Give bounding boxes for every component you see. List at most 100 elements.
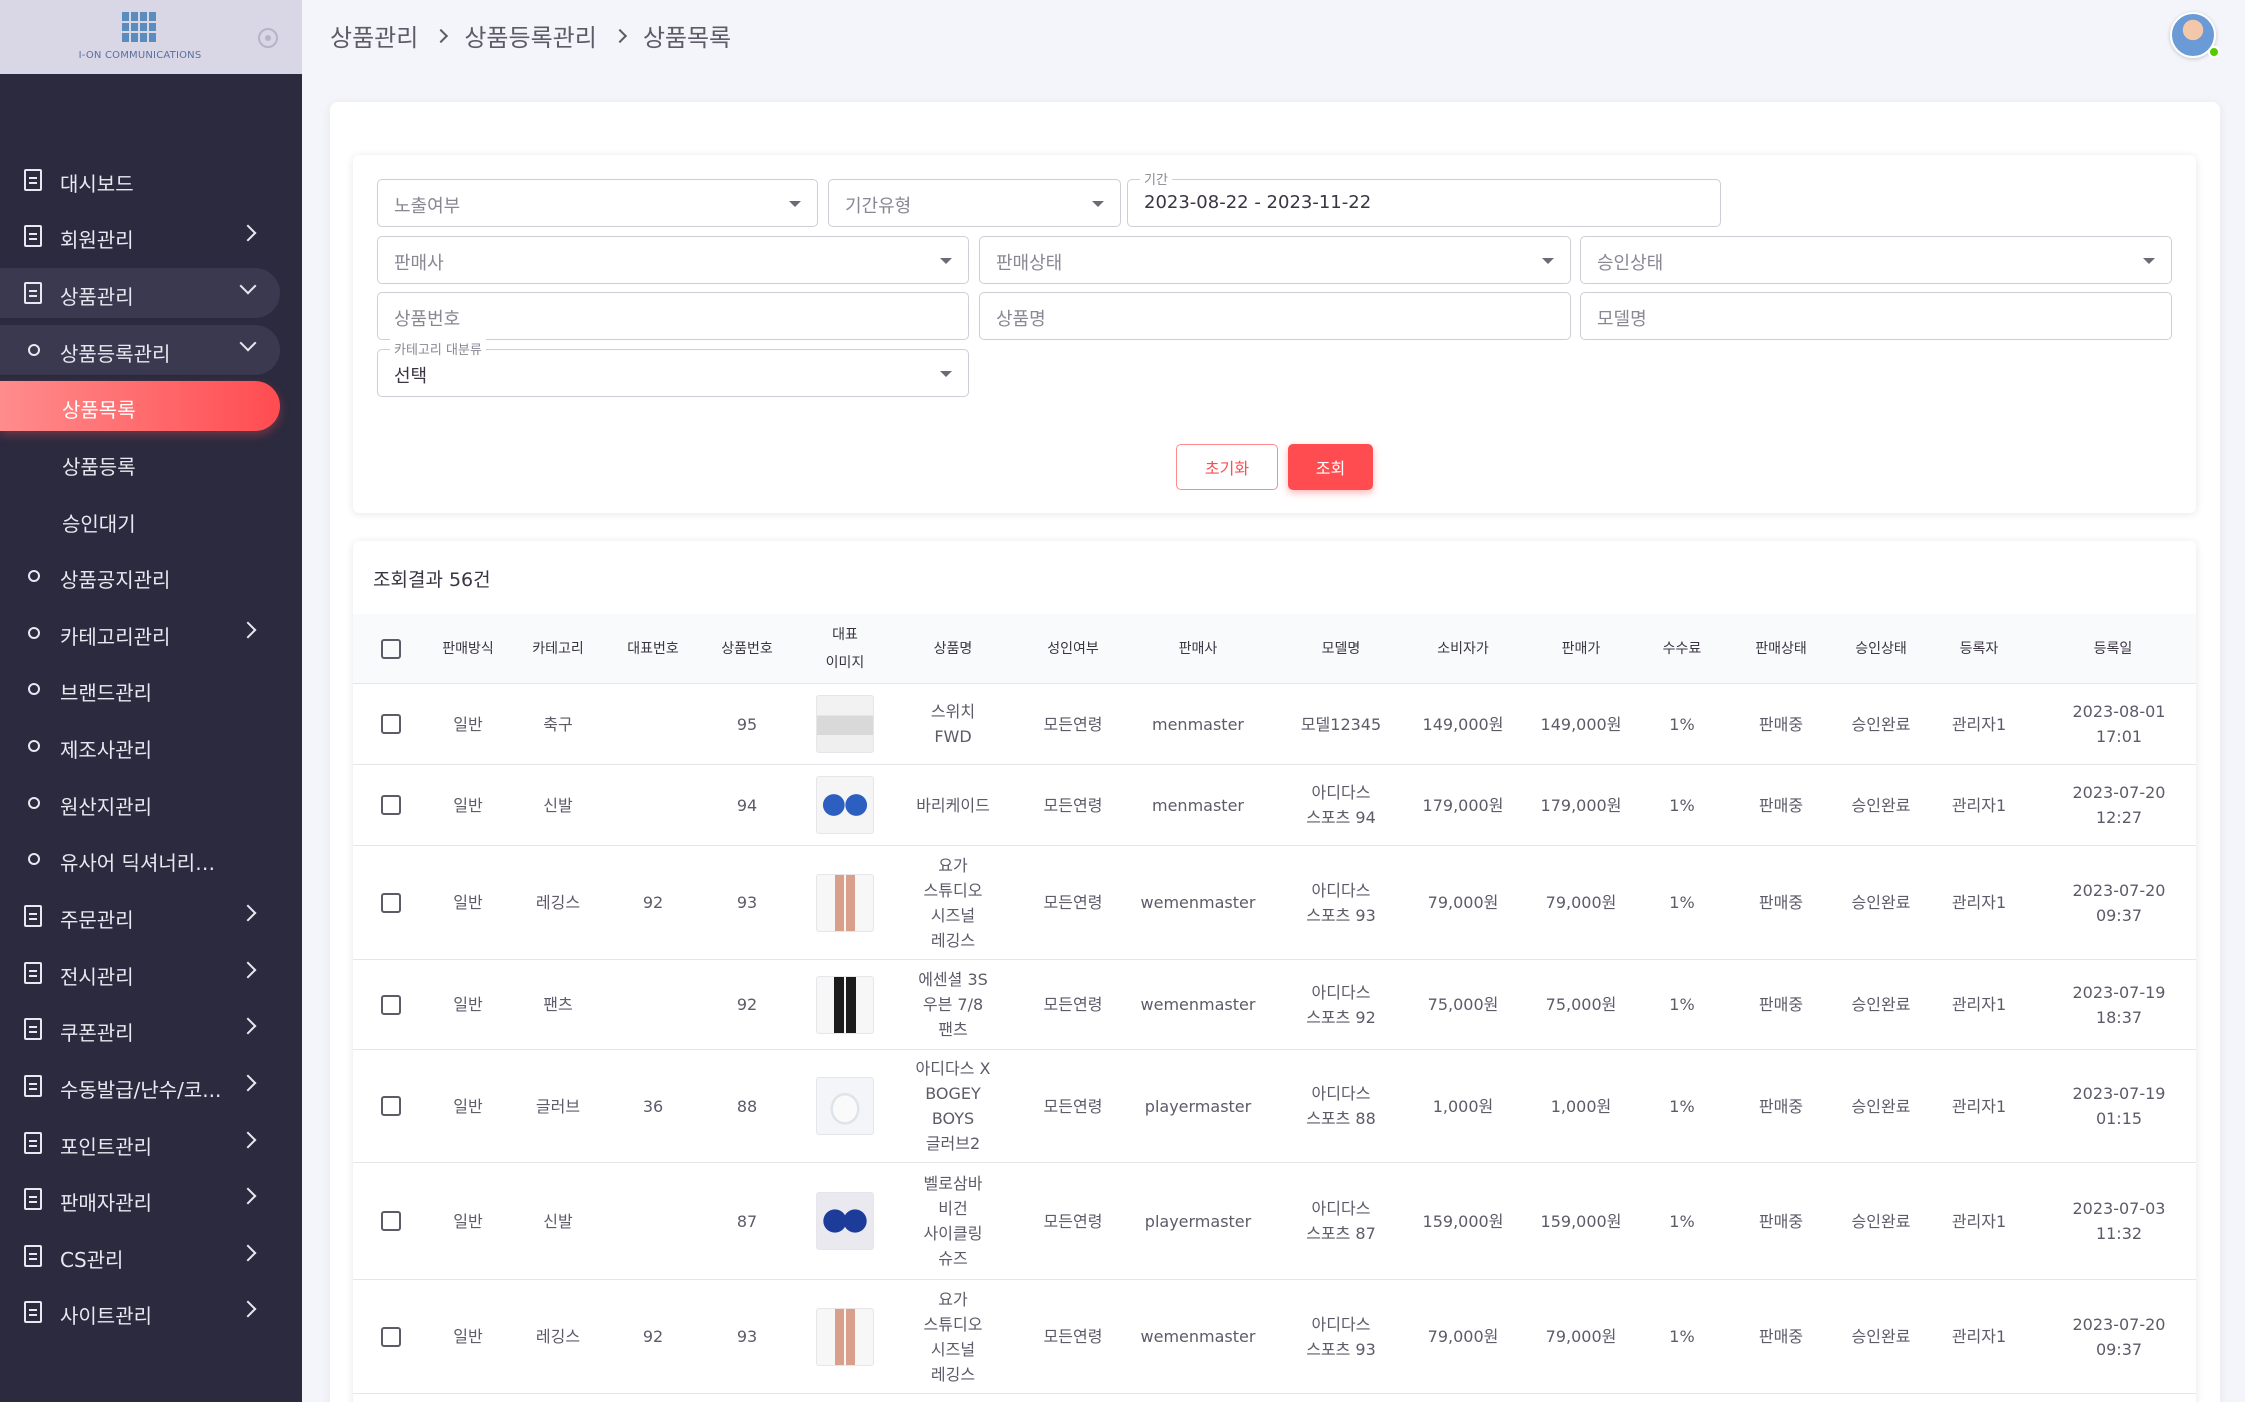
image-cell: [797, 765, 893, 845]
sidebar-item[interactable]: 상품등록: [0, 438, 280, 488]
cell-name[interactable]: 아디다스 X BOGEY BOYS 글러브2: [901, 1050, 1005, 1162]
row-checkbox[interactable]: [381, 795, 401, 815]
breadcrumb-item[interactable]: 상품관리: [330, 18, 418, 53]
period-label: 기간: [1140, 169, 1172, 188]
sidebar-item[interactable]: 상품등록관리: [0, 325, 280, 375]
period-date-field[interactable]: 기간 2023-08-22 - 2023-11-22: [1127, 169, 1721, 227]
sidebar-item[interactable]: 사이트관리: [0, 1287, 280, 1337]
cell-model: 아디다스 스포츠 94: [1306, 783, 1376, 827]
select-all-checkbox[interactable]: [381, 639, 401, 659]
product-thumbnail[interactable]: [816, 873, 874, 932]
sidebar-item[interactable]: 쿠폰관리: [0, 1004, 280, 1054]
column-header[interactable]: 판매가: [1527, 614, 1635, 684]
model-name-input[interactable]: 모델명: [1580, 292, 2172, 340]
sidebar-item[interactable]: CS관리: [0, 1231, 280, 1281]
column-header[interactable]: 상품명: [901, 614, 1005, 684]
cell-name[interactable]: 벨로삼바 비건 사이클링 슈즈: [901, 1163, 1005, 1279]
sidebar-item[interactable]: 승인대기: [0, 495, 280, 545]
cell-sale-price: 149,000원: [1540, 714, 1622, 734]
product-thumbnail[interactable]: [816, 1077, 874, 1135]
column-header[interactable]: 카테고리: [512, 614, 604, 684]
cell-fee: 1%: [1669, 795, 1695, 815]
sidebar-item-label: 대시보드: [60, 172, 134, 196]
breadcrumb: 상품관리 상품등록관리 상품목록: [330, 18, 731, 53]
row-checkbox[interactable]: [381, 1096, 401, 1116]
product-name-input[interactable]: 상품명: [979, 292, 1571, 340]
column-header[interactable]: 모델명: [1289, 614, 1393, 684]
cell-name[interactable]: 에센셜 3S 우븐 7/8 팬츠: [901, 960, 1005, 1049]
sidebar-item-label: 상품관리: [60, 285, 134, 309]
row-checkbox[interactable]: [381, 892, 401, 913]
cell-sale-status: 판매중: [1758, 1211, 1804, 1231]
cell-name[interactable]: 요가 스튜디오 시즈널 레깅스: [901, 846, 1005, 959]
row-checkbox[interactable]: [381, 1211, 401, 1231]
column-header[interactable]: 등록일: [2045, 614, 2181, 684]
sidebar-item[interactable]: 카테고리관리: [0, 608, 280, 658]
cell-sale-price: 79,000원: [1545, 1327, 1617, 1346]
breadcrumb-item[interactable]: 상품등록관리: [464, 18, 596, 53]
column-header[interactable]: 판매사: [1133, 614, 1263, 684]
table-row[interactable]: 일반 신발 94 바리케이드 모든연령 menmaster 아디다스 스포츠 94 179,0…: [353, 765, 2196, 846]
row-checkbox[interactable]: [381, 714, 401, 734]
column-header[interactable]: 성인여부: [1021, 614, 1125, 684]
sidebar-item-label: 주문관리: [60, 908, 134, 932]
cell-name[interactable]: 바리케이드: [901, 765, 1005, 845]
sidebar-item[interactable]: 판매자관리: [0, 1174, 280, 1224]
sidebar-item[interactable]: 상품관리: [0, 268, 280, 318]
table-row[interactable]: 일반 팬츠 92 에센셜 3S 우븐 7/8 팬츠 모든연령 wemenmaster 아디다…: [353, 960, 2196, 1050]
column-header[interactable]: 승인상태: [1833, 614, 1929, 684]
exposure-placeholder: 노출여부: [394, 196, 461, 217]
sale-status-select[interactable]: 판매상태: [979, 236, 1571, 284]
product-thumbnail[interactable]: [816, 975, 874, 1034]
category-select[interactable]: 카테고리 대분류 선택: [377, 339, 969, 397]
column-header[interactable]: 수수료: [1637, 614, 1727, 684]
circle-icon: [28, 683, 40, 695]
cell-name[interactable]: 스위치 FWD: [901, 684, 1005, 764]
sidebar-item[interactable]: 주문관리: [0, 891, 280, 941]
reset-button[interactable]: 초기화: [1176, 444, 1278, 490]
table-row[interactable]: 일반 신발 87 벨로삼바 비건 사이클링 슈즈 모든연령 playermaster 아디다…: [353, 1163, 2196, 1280]
table-row[interactable]: 일반 축구 95 스위치 FWD 모든연령 menmaster 모델12345 149,000…: [353, 684, 2196, 765]
sidebar-item[interactable]: 회원관리: [0, 211, 280, 261]
row-select-cell: [353, 1163, 429, 1279]
column-header[interactable]: 등록자: [1931, 614, 2027, 684]
product-thumbnail[interactable]: [816, 695, 874, 753]
table-row[interactable]: 일반 레깅스 92 93 요가 스튜디오 시즈널 레깅스 모든연령 wemenmaster 아…: [353, 1280, 2196, 1394]
column-header[interactable]: 소비자가: [1407, 614, 1519, 684]
cell-consumer-price: 149,000원: [1422, 714, 1504, 734]
approval-status-select[interactable]: 승인상태: [1580, 236, 2172, 284]
seller-select[interactable]: 판매사: [377, 236, 969, 284]
cell-name[interactable]: 요가 스튜디오 시즈널 레깅스: [901, 1280, 1005, 1393]
product-thumbnail[interactable]: [816, 1192, 874, 1250]
sidebar-item[interactable]: 원산지관리: [0, 778, 280, 828]
sidebar-item[interactable]: 수동발급/난수/코...: [0, 1061, 280, 1111]
column-header[interactable]: 대표 이미지: [797, 614, 893, 684]
row-checkbox[interactable]: [381, 1326, 401, 1347]
image-cell: [797, 684, 893, 764]
sidebar-item[interactable]: 포인트관리: [0, 1118, 280, 1168]
sidebar-item[interactable]: 대시보드: [0, 155, 280, 205]
period-type-select[interactable]: 기간유형: [828, 179, 1121, 227]
sidebar-item[interactable]: 브랜드관리: [0, 664, 280, 714]
sidebar-item[interactable]: 상품목록: [0, 381, 280, 431]
product-thumbnail[interactable]: [816, 1307, 874, 1366]
product-thumbnail[interactable]: [816, 776, 874, 834]
search-button[interactable]: 조회: [1288, 444, 1373, 490]
column-header[interactable]: 판매방식: [429, 614, 507, 684]
sidebar-item[interactable]: 유사어 딕셔너리관리: [0, 834, 280, 884]
sidebar-item[interactable]: 상품공지관리: [0, 551, 280, 601]
product-no-input[interactable]: 상품번호: [377, 292, 969, 340]
table-row[interactable]: 일반 레깅스 92 93 요가 스튜디오 시즈널 레깅스 모든연령 wemenmaster 아…: [353, 846, 2196, 960]
caret-down-icon: [1092, 201, 1104, 207]
column-header[interactable]: 상품번호: [701, 614, 793, 684]
row-checkbox[interactable]: [381, 994, 401, 1015]
sidebar-item[interactable]: 전시관리: [0, 948, 280, 998]
cell-sale-status: 판매중: [1758, 1096, 1804, 1116]
sidebar-item[interactable]: 제조사관리: [0, 721, 280, 771]
exposure-select[interactable]: 노출여부: [377, 179, 818, 227]
column-header[interactable]: 대표번호: [607, 614, 699, 684]
column-header[interactable]: 판매상태: [1733, 614, 1829, 684]
table-row[interactable]: 일반 글러브 36 88 아디다스 X BOGEY BOYS 글러브2 모든연령 playe…: [353, 1050, 2196, 1163]
sidebar-pin-icon[interactable]: [258, 28, 278, 48]
cell-category: 신발: [543, 795, 573, 815]
